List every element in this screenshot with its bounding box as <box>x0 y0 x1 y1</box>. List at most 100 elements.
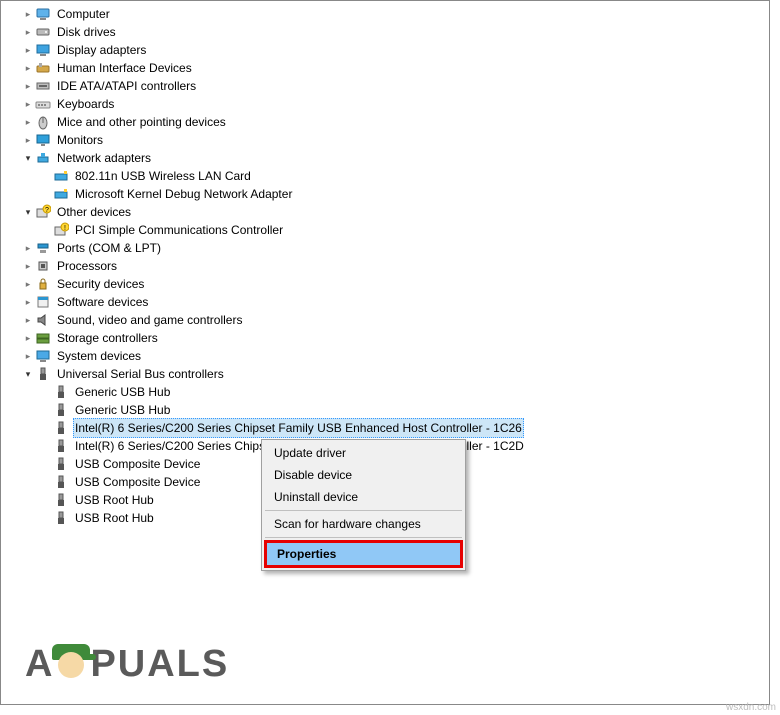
expand-arrow-icon[interactable] <box>21 365 35 383</box>
expand-arrow-icon[interactable] <box>21 275 35 293</box>
menu-properties[interactable]: Properties <box>267 543 460 565</box>
node-label: System devices <box>55 347 143 365</box>
usb-device-icon <box>53 420 69 436</box>
node-usb-hub[interactable]: Generic USB Hub <box>3 401 769 419</box>
node-kernel-debug-adapter[interactable]: Microsoft Kernel Debug Network Adapter <box>3 185 769 203</box>
disk-icon <box>35 24 51 40</box>
highlight-annotation: Properties <box>264 540 463 568</box>
expand-arrow-icon[interactable] <box>21 131 35 149</box>
node-display-adapters[interactable]: Display adapters <box>3 41 769 59</box>
menu-update-driver[interactable]: Update driver <box>264 442 463 464</box>
node-label: PCI Simple Communications Controller <box>73 221 285 239</box>
node-software[interactable]: Software devices <box>3 293 769 311</box>
svg-text:!: ! <box>64 225 66 232</box>
unknown-device-icon: ! <box>53 222 69 238</box>
node-label: USB Composite Device <box>73 473 202 491</box>
node-label: Sound, video and game controllers <box>55 311 244 329</box>
node-monitors[interactable]: Monitors <box>3 131 769 149</box>
menu-separator <box>265 510 462 511</box>
node-label: Display adapters <box>55 41 148 59</box>
node-security[interactable]: Security devices <box>3 275 769 293</box>
node-label: Software devices <box>55 293 150 311</box>
node-label: IDE ATA/ATAPI controllers <box>55 77 198 95</box>
expand-arrow-icon[interactable] <box>21 239 35 257</box>
node-label: Microsoft Kernel Debug Network Adapter <box>73 185 294 203</box>
expand-arrow-icon[interactable] <box>21 203 35 221</box>
expand-arrow-icon[interactable] <box>21 23 35 41</box>
node-usb-intel-1c26[interactable]: Intel(R) 6 Series/C200 Series Chipset Fa… <box>3 419 769 437</box>
node-label: Intel(R) 6 Series/C200 Series Chipset Fa… <box>73 418 524 438</box>
logo-mascot-icon <box>50 642 94 686</box>
device-manager-window: Computer Disk drives Display adapters Hu… <box>0 0 770 705</box>
software-icon <box>35 294 51 310</box>
other-icon: ? <box>35 204 51 220</box>
storage-icon <box>35 330 51 346</box>
node-label: Keyboards <box>55 95 116 113</box>
node-mice[interactable]: Mice and other pointing devices <box>3 113 769 131</box>
usb-device-icon <box>53 510 69 526</box>
node-label: Generic USB Hub <box>73 383 172 401</box>
node-label: Security devices <box>55 275 146 293</box>
node-sound[interactable]: Sound, video and game controllers <box>3 311 769 329</box>
usb-icon <box>35 366 51 382</box>
expand-arrow-icon[interactable] <box>21 149 35 167</box>
node-label: Network adapters <box>55 149 153 167</box>
node-label: Other devices <box>55 203 133 221</box>
node-label: USB Root Hub <box>73 509 156 527</box>
expand-arrow-icon[interactable] <box>21 77 35 95</box>
node-label: 802.11n USB Wireless LAN Card <box>73 167 253 185</box>
node-computer[interactable]: Computer <box>3 5 769 23</box>
display-icon <box>35 42 51 58</box>
expand-arrow-icon[interactable] <box>21 59 35 77</box>
network-card-icon <box>53 186 69 202</box>
menu-scan-hardware[interactable]: Scan for hardware changes <box>264 513 463 535</box>
node-label: Disk drives <box>55 23 118 41</box>
expand-arrow-icon[interactable] <box>21 293 35 311</box>
node-label: Storage controllers <box>55 329 160 347</box>
node-label: USB Root Hub <box>73 491 156 509</box>
node-storage[interactable]: Storage controllers <box>3 329 769 347</box>
sound-icon <box>35 312 51 328</box>
expand-arrow-icon[interactable] <box>21 95 35 113</box>
expand-arrow-icon[interactable] <box>21 113 35 131</box>
node-keyboards[interactable]: Keyboards <box>3 95 769 113</box>
node-usb-hub[interactable]: Generic USB Hub <box>3 383 769 401</box>
usb-device-icon <box>53 402 69 418</box>
node-wifi-card[interactable]: 802.11n USB Wireless LAN Card <box>3 167 769 185</box>
ide-icon <box>35 78 51 94</box>
expand-arrow-icon[interactable] <box>21 329 35 347</box>
node-system[interactable]: System devices <box>3 347 769 365</box>
node-usb-controllers[interactable]: Universal Serial Bus controllers <box>3 365 769 383</box>
node-hid[interactable]: Human Interface Devices <box>3 59 769 77</box>
node-pci-controller[interactable]: ! PCI Simple Communications Controller <box>3 221 769 239</box>
expand-arrow-icon[interactable] <box>21 257 35 275</box>
node-ports[interactable]: Ports (COM & LPT) <box>3 239 769 257</box>
node-other-devices[interactable]: ? Other devices <box>3 203 769 221</box>
hid-icon <box>35 60 51 76</box>
expand-arrow-icon[interactable] <box>21 5 35 23</box>
network-card-icon <box>53 168 69 184</box>
node-disk-drives[interactable]: Disk drives <box>3 23 769 41</box>
node-label: USB Composite Device <box>73 455 202 473</box>
appuals-logo: A PUALS <box>25 642 229 686</box>
svg-text:?: ? <box>45 207 49 214</box>
node-processors[interactable]: Processors <box>3 257 769 275</box>
expand-arrow-icon[interactable] <box>21 311 35 329</box>
node-label: Ports (COM & LPT) <box>55 239 163 257</box>
ports-icon <box>35 240 51 256</box>
menu-disable-device[interactable]: Disable device <box>264 464 463 486</box>
computer-icon <box>35 6 51 22</box>
mouse-icon <box>35 114 51 130</box>
usb-device-icon <box>53 456 69 472</box>
node-network-adapters[interactable]: Network adapters <box>3 149 769 167</box>
expand-arrow-icon[interactable] <box>21 347 35 365</box>
node-ide[interactable]: IDE ATA/ATAPI controllers <box>3 77 769 95</box>
menu-uninstall-device[interactable]: Uninstall device <box>264 486 463 508</box>
context-menu: Update driver Disable device Uninstall d… <box>261 439 466 571</box>
expand-arrow-icon[interactable] <box>21 41 35 59</box>
network-icon <box>35 150 51 166</box>
processor-icon <box>35 258 51 274</box>
node-label: Computer <box>55 5 112 23</box>
monitor-icon <box>35 132 51 148</box>
keyboard-icon <box>35 96 51 112</box>
